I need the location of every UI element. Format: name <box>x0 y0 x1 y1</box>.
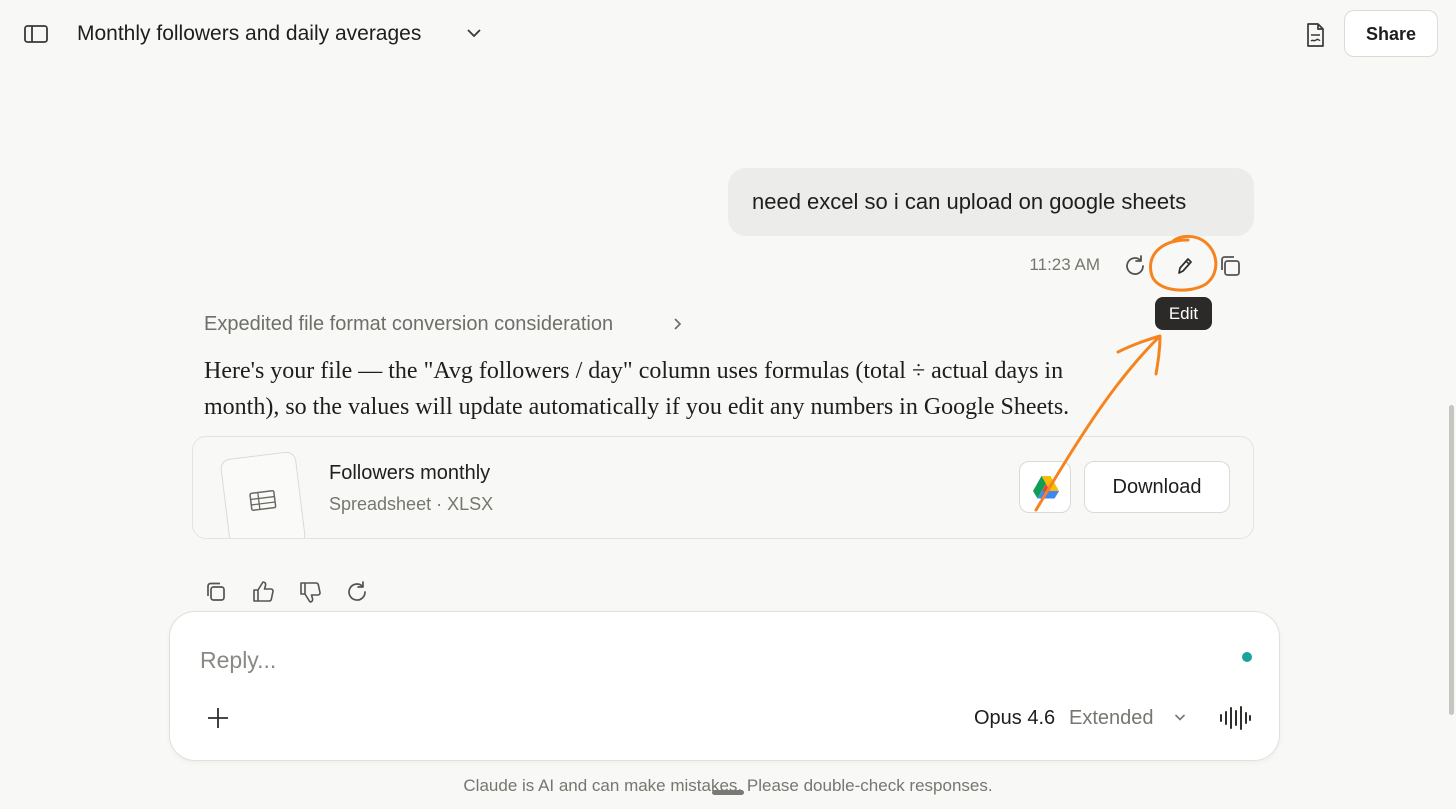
retry-icon[interactable] <box>1121 252 1149 280</box>
model-mode[interactable]: Extended <box>1069 704 1154 732</box>
chevron-right-icon[interactable] <box>668 315 686 333</box>
document-icon[interactable] <box>1300 20 1330 50</box>
copy-icon[interactable] <box>1216 252 1244 280</box>
conversation-title[interactable]: Monthly followers and daily averages <box>77 20 421 48</box>
copy-icon[interactable] <box>203 579 229 605</box>
retry-icon[interactable] <box>344 579 370 605</box>
chevron-down-icon[interactable] <box>1172 709 1188 725</box>
header-bar: Monthly followers and daily averages Sha… <box>0 0 1456 72</box>
sidebar-toggle-icon[interactable] <box>22 20 50 48</box>
edit-icon[interactable] <box>1168 250 1198 280</box>
chevron-down-icon[interactable] <box>463 22 485 44</box>
file-thumbnail <box>219 450 307 538</box>
model-name[interactable]: Opus 4.6 <box>974 704 1055 732</box>
download-button[interactable]: Download <box>1084 461 1230 513</box>
file-type: Spreadsheet · XLSX <box>329 494 494 514</box>
user-message-bubble: need excel so i can upload on google she… <box>728 168 1254 236</box>
home-indicator <box>712 790 744 795</box>
reply-input[interactable] <box>200 642 1200 678</box>
status-dot <box>1242 652 1252 662</box>
share-button[interactable]: Share <box>1344 10 1438 57</box>
message-timestamp: 11:23 AM <box>1029 255 1100 274</box>
assistant-answer: Here's your file — the "Avg followers / … <box>204 353 1204 425</box>
edit-tooltip: Edit <box>1155 297 1212 330</box>
file-name: Followers monthly <box>329 462 491 484</box>
answer-line-1: Here's your file — the "Avg followers / … <box>204 358 1064 384</box>
add-attachment-button[interactable] <box>204 704 232 732</box>
scrollbar-thumb[interactable] <box>1449 405 1454 715</box>
google-drive-icon <box>1032 474 1060 500</box>
save-to-drive-button[interactable] <box>1019 461 1071 513</box>
reply-composer: Opus 4.6 Extended <box>169 611 1280 761</box>
answer-line-2: month), so the values will update automa… <box>204 394 1070 420</box>
thinking-summary[interactable]: Expedited file format conversion conside… <box>204 310 613 338</box>
voice-mode-icon[interactable] <box>1218 704 1252 732</box>
spreadsheet-icon <box>246 486 279 515</box>
file-attachment-card[interactable]: Followers monthly Spreadsheet · XLSX Dow… <box>192 436 1254 539</box>
thumbs-down-icon[interactable] <box>297 579 323 605</box>
thumbs-up-icon[interactable] <box>250 579 276 605</box>
